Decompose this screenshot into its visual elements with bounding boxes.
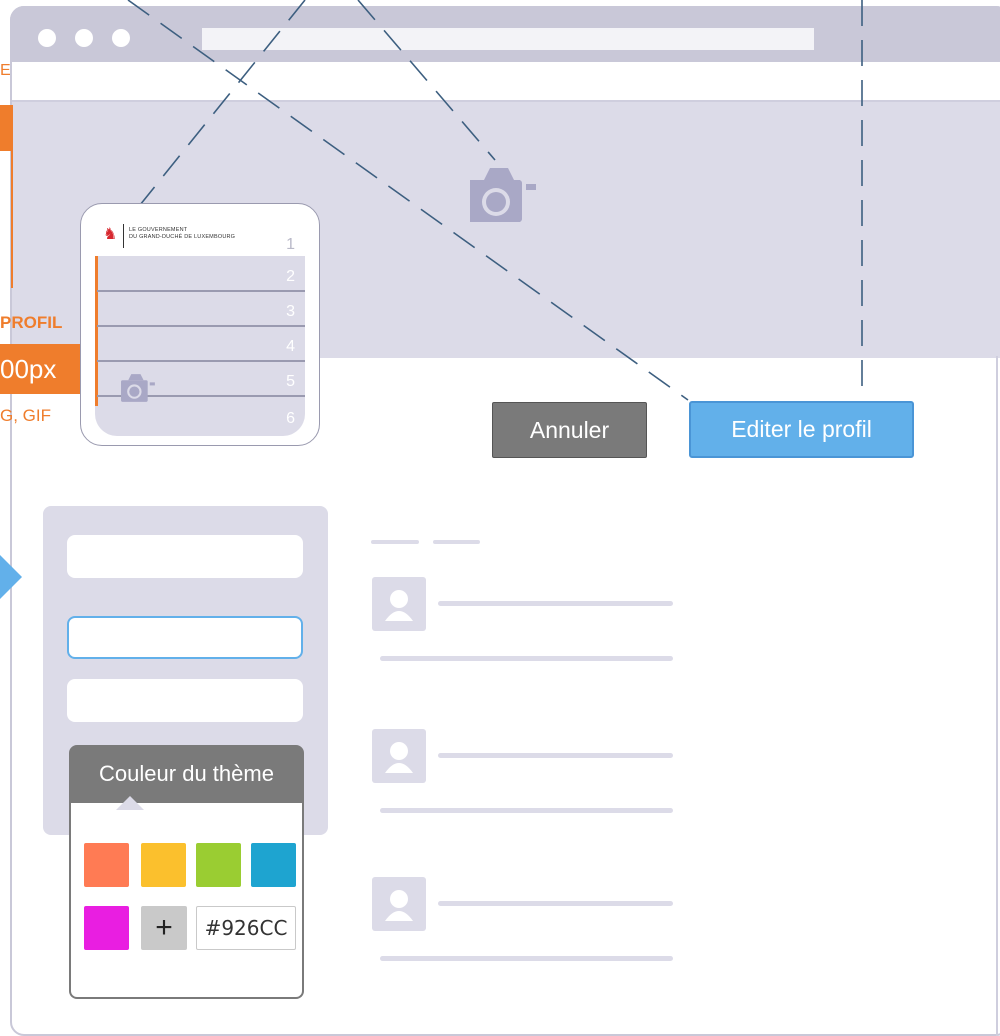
avatar bbox=[372, 577, 426, 631]
row-divider bbox=[97, 325, 305, 327]
feed-line bbox=[380, 656, 673, 661]
edit-profile-button[interactable]: Editer le profil bbox=[689, 401, 914, 458]
theme-color-title: Couleur du thème bbox=[99, 761, 274, 786]
feed-line bbox=[438, 601, 673, 606]
feed-line bbox=[380, 956, 673, 961]
row-number: 2 bbox=[286, 268, 295, 285]
feed-line bbox=[438, 901, 673, 906]
name-field[interactable] bbox=[67, 535, 303, 578]
user-icon bbox=[385, 590, 413, 621]
annotation-profile: PROFIL bbox=[0, 313, 63, 332]
row-divider bbox=[97, 360, 305, 362]
camera-icon[interactable] bbox=[468, 166, 546, 224]
annotation-formats: G, GIF bbox=[0, 406, 51, 425]
location-field[interactable] bbox=[67, 679, 303, 722]
hex-color-input[interactable]: #926CC bbox=[196, 906, 296, 950]
gov-title-line1: LE GOUVERNEMENT bbox=[129, 227, 188, 233]
profile-picture-area: ♞ LE GOUVERNEMENT DU GRAND-DUCHÉ DE LUXE… bbox=[95, 218, 305, 436]
orange-side-bar bbox=[95, 256, 98, 406]
feed-line bbox=[438, 753, 673, 758]
user-icon bbox=[385, 742, 413, 773]
gov-title-line2: DU GRAND-DUCHÉ DE LUXEMBOURG bbox=[129, 234, 236, 240]
avatar bbox=[372, 729, 426, 783]
tab-placeholder[interactable] bbox=[433, 540, 480, 544]
popover-notch bbox=[116, 796, 144, 810]
swatch-magenta[interactable] bbox=[84, 906, 129, 950]
gov-title: LE GOUVERNEMENT DU GRAND-DUCHÉ DE LUXEMB… bbox=[129, 227, 235, 241]
row-number: 1 bbox=[286, 236, 295, 253]
lion-logo-icon: ♞ bbox=[103, 226, 118, 243]
gov-header: ♞ LE GOUVERNEMENT DU GRAND-DUCHÉ DE LUXE… bbox=[95, 218, 305, 256]
user-icon bbox=[385, 890, 413, 921]
swatch-blue[interactable] bbox=[251, 843, 296, 887]
row-number: 4 bbox=[286, 338, 295, 355]
gov-separator bbox=[123, 224, 124, 248]
swatch-green[interactable] bbox=[196, 843, 241, 887]
feed-line bbox=[380, 808, 673, 813]
camera-icon[interactable] bbox=[120, 373, 160, 403]
add-color-button[interactable]: + bbox=[141, 906, 187, 950]
annotation-size-text: 00px bbox=[0, 353, 57, 384]
theme-color-header[interactable]: Couleur du thème bbox=[69, 745, 304, 803]
profile-picture-card[interactable]: ♞ LE GOUVERNEMENT DU GRAND-DUCHÉ DE LUXE… bbox=[80, 203, 320, 446]
swatch-yellow[interactable] bbox=[141, 843, 186, 887]
row-number: 6 bbox=[286, 410, 295, 427]
guide-line-card bbox=[139, 0, 306, 206]
annotation-line bbox=[11, 150, 13, 288]
annotation-marker bbox=[0, 105, 13, 151]
theme-color-popover bbox=[69, 803, 304, 999]
pointer-arrow bbox=[0, 555, 22, 599]
guide-line-camera bbox=[357, 0, 496, 161]
bio-field[interactable] bbox=[67, 616, 303, 659]
tab-placeholder[interactable] bbox=[371, 540, 419, 544]
row-number: 5 bbox=[286, 373, 295, 390]
row-divider bbox=[97, 290, 305, 292]
avatar bbox=[372, 877, 426, 931]
row-number: 3 bbox=[286, 303, 295, 320]
cancel-button[interactable]: Annuler bbox=[492, 402, 647, 458]
annotation-partial: E bbox=[0, 62, 11, 79]
swatch-orange[interactable] bbox=[84, 843, 129, 887]
